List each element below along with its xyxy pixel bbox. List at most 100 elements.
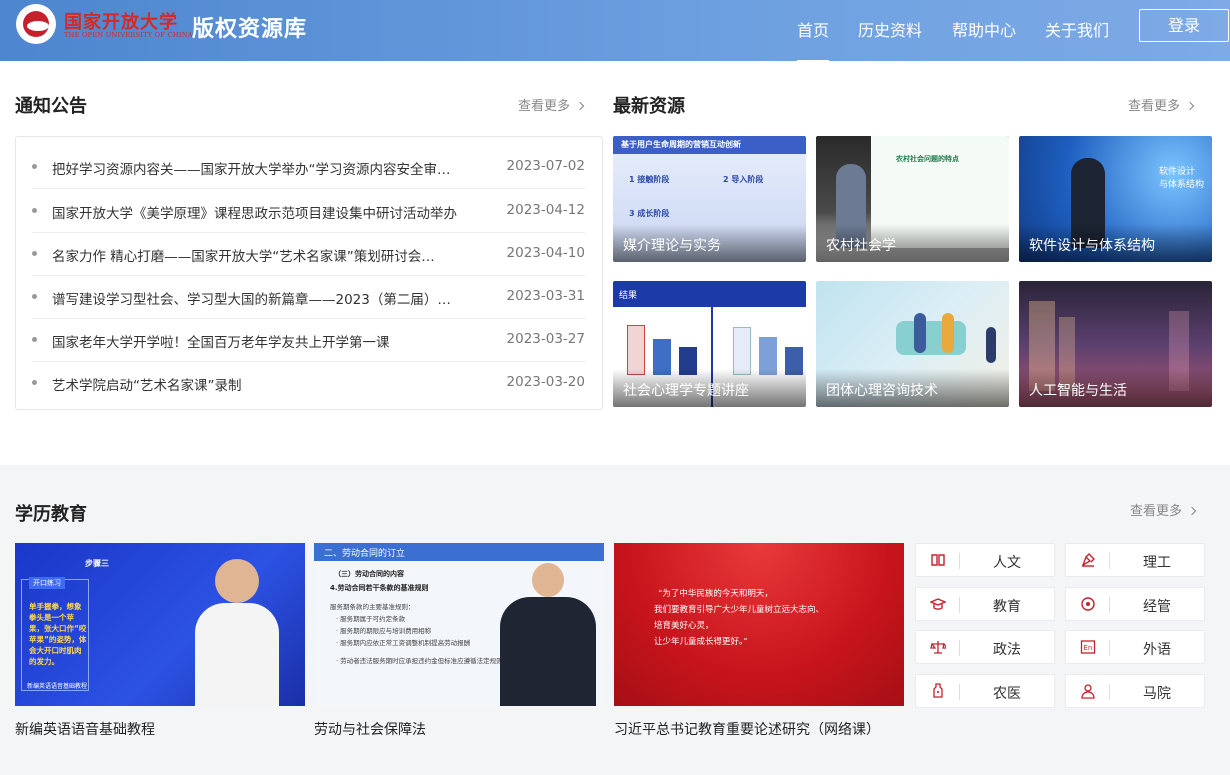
category-engineering[interactable]: 理工 bbox=[1065, 543, 1205, 577]
presenter-head bbox=[532, 563, 564, 597]
thumb-text: 2 导入阶段 bbox=[723, 175, 764, 184]
notice-date: 2023-04-12 bbox=[506, 202, 585, 218]
notice-text[interactable]: 国家老年大学开学啦！全国百万老年学友共上开学第一课 bbox=[52, 331, 482, 351]
course-title[interactable]: 习近平总书记教育重要论述研究（网络课） bbox=[614, 719, 880, 739]
category-label: 马院 bbox=[1143, 686, 1171, 702]
notice-text[interactable]: 名家力作 精心打磨——国家开放大学“艺术名家课”策划研讨会… bbox=[52, 245, 482, 265]
pen-tool-icon bbox=[1081, 553, 1095, 567]
more-label: 查看更多 bbox=[1130, 504, 1183, 519]
notice-item[interactable]: 国家开放大学《美学原理》课程思政示范项目建设集中研讨活动举办 2023-04-12 bbox=[32, 190, 585, 233]
category-education[interactable]: 教育 bbox=[915, 587, 1055, 621]
notice-date: 2023-03-20 bbox=[506, 374, 585, 390]
course-card[interactable]: 开口练习 步骤三 单手握拳，想象拳头是一个苹果，张大口作“咬苹果”的姿势，体会大… bbox=[15, 543, 305, 706]
notice-text[interactable]: 谱写建设学习型社会、学习型大国的新篇章——2023（第二届）… bbox=[52, 288, 482, 308]
notice-text[interactable]: 艺术学院启动“艺术名家课”录制 bbox=[52, 374, 482, 394]
notices-title: 通知公告 bbox=[15, 96, 87, 117]
site-header: 国家开放大学 THE OPEN UNIVERSITY OF CHINA 版权资源… bbox=[0, 0, 1230, 62]
category-label: 理工 bbox=[1143, 555, 1171, 571]
resource-card[interactable]: 结果 社会心理学专题讲座 bbox=[613, 281, 806, 407]
bullet-icon bbox=[32, 337, 37, 342]
graduation-cap-icon bbox=[930, 598, 946, 610]
notices-more-link[interactable]: 查看更多 bbox=[518, 95, 585, 114]
course-title[interactable]: 新编英语语音基础教程 bbox=[15, 719, 155, 739]
thumb-text: 3 成长阶段 bbox=[629, 209, 670, 218]
notice-item[interactable]: 名家力作 精心打磨——国家开放大学“艺术名家课”策划研讨会… 2023-04-10 bbox=[32, 233, 585, 276]
thumb-text: “为了中华民族的今天和明天， bbox=[658, 589, 773, 599]
education-more-link[interactable]: 查看更多 bbox=[1130, 500, 1197, 519]
thumb-text: 软件设计 bbox=[1159, 167, 1196, 177]
notice-item[interactable]: 把好学习资源内容关——国家开放大学举办“学习资源内容安全审… 2023-07-02 bbox=[32, 146, 585, 189]
category-law[interactable]: 政法 bbox=[915, 630, 1055, 664]
notice-text[interactable]: 国家开放大学《美学原理》课程思政示范项目建设集中研讨活动举办 bbox=[52, 202, 482, 222]
notice-date: 2023-07-02 bbox=[506, 158, 585, 174]
category-label: 外语 bbox=[1143, 642, 1171, 658]
scales-icon bbox=[930, 641, 946, 654]
chevron-right-icon bbox=[1185, 101, 1195, 111]
thumb-text: 与体系结构 bbox=[1159, 180, 1205, 190]
nav-about[interactable]: 关于我们 bbox=[1045, 17, 1109, 41]
thumb-text: 单手握拳，想象拳头是一个苹果，张大口作“咬苹果”的姿势，体会大开口时肌肉的发力。 bbox=[29, 602, 87, 666]
thumb-text: 培育美好心灵， bbox=[654, 621, 714, 631]
chevron-right-icon bbox=[1187, 506, 1197, 516]
thumb-text: 我们要教育引导广大少年儿童树立远大志向、 bbox=[654, 605, 825, 615]
resource-card[interactable]: 团体心理咨询技术 bbox=[816, 281, 1009, 407]
bullet-icon bbox=[32, 251, 37, 256]
thumb-text: 基于用户生命周期的营销互动创新 bbox=[621, 140, 741, 149]
category-economics[interactable]: 经管 bbox=[1065, 587, 1205, 621]
course-card[interactable]: “为了中华民族的今天和明天， 我们要教育引导广大少年儿童树立远大志向、 培育美好… bbox=[614, 543, 904, 706]
en-icon: En bbox=[1080, 640, 1096, 654]
notice-item[interactable]: 艺术学院启动“艺术名家课”录制 2023-03-20 bbox=[32, 362, 585, 405]
notice-item[interactable]: 谱写建设学习型社会、学习型大国的新篇章——2023（第二届）… 2023-03-3… bbox=[32, 276, 585, 319]
category-humanities[interactable]: 人文 bbox=[915, 543, 1055, 577]
nav-help[interactable]: 帮助中心 bbox=[952, 17, 1016, 41]
notice-list: 把好学习资源内容关——国家开放大学举办“学习资源内容安全审… 2023-07-02… bbox=[15, 136, 603, 410]
thumb-text: 新编英语语音基础教程 bbox=[27, 683, 88, 690]
thumb-text: · 服务期内应依正常工资调整机制提高劳动报酬 bbox=[336, 639, 471, 647]
bullet-icon bbox=[32, 380, 37, 385]
thumb-text: · 服务期属于可约定条款 bbox=[336, 615, 406, 623]
notice-date: 2023-03-31 bbox=[506, 288, 585, 304]
resources-more-link[interactable]: 查看更多 bbox=[1128, 95, 1195, 114]
category-agriculture-medicine[interactable]: 农医 bbox=[915, 674, 1055, 708]
university-logo-icon[interactable] bbox=[16, 4, 56, 44]
thumb-text: 1 接触阶段 bbox=[629, 175, 670, 184]
category-label: 人文 bbox=[993, 555, 1021, 571]
resource-card[interactable]: 农村社会问题的特点 农村社会学 bbox=[816, 136, 1009, 262]
resource-card[interactable]: 人工智能与生活 bbox=[1019, 281, 1212, 407]
presenter-head bbox=[215, 559, 259, 603]
svg-text:En: En bbox=[1084, 644, 1093, 652]
login-button[interactable]: 登录 bbox=[1139, 9, 1229, 42]
category-label: 政法 bbox=[993, 642, 1021, 658]
thumb-text: 开口练习 bbox=[29, 577, 65, 589]
category-label: 教育 bbox=[993, 599, 1021, 615]
resource-title: 团体心理咨询技术 bbox=[816, 369, 1009, 407]
bullet-icon bbox=[32, 164, 37, 169]
notice-item[interactable]: 国家老年大学开学啦！全国百万老年学友共上开学第一课 2023-03-27 bbox=[32, 319, 585, 362]
resource-card[interactable]: 软件设计 与体系结构 软件设计与体系结构 bbox=[1019, 136, 1212, 262]
course-card[interactable]: 二、劳动合同的订立 （三）劳动合同的内容 4.劳动合同若干条款的基准规则 服务期… bbox=[314, 543, 604, 706]
nav-home[interactable]: 首页 bbox=[797, 17, 830, 62]
resource-card[interactable]: 基于用户生命周期的营销互动创新 1 接触阶段 2 导入阶段 3 成长阶段 媒介理… bbox=[613, 136, 806, 262]
resource-title: 社会心理学专题讲座 bbox=[613, 369, 806, 407]
notice-date: 2023-03-27 bbox=[506, 331, 585, 347]
thumb-text: （三）劳动合同的内容 bbox=[334, 570, 404, 578]
notice-text[interactable]: 把好学习资源内容关——国家开放大学举办“学习资源内容安全审… bbox=[52, 158, 482, 178]
more-label: 查看更多 bbox=[518, 99, 571, 114]
thumb-text: 农村社会问题的特点 bbox=[896, 155, 959, 163]
thumb-text: 结果 bbox=[619, 291, 638, 301]
resource-title: 农村社会学 bbox=[816, 224, 1009, 262]
nav-history[interactable]: 历史资料 bbox=[858, 17, 922, 41]
book-icon bbox=[931, 554, 945, 566]
course-title[interactable]: 劳动与社会保障法 bbox=[314, 719, 426, 739]
thumb-text: 二、劳动合同的订立 bbox=[324, 549, 406, 559]
thumb-text: 4.劳动合同若干条款的基准规则 bbox=[330, 584, 429, 592]
resource-title: 媒介理论与实务 bbox=[613, 224, 806, 262]
resources-title: 最新资源 bbox=[613, 96, 685, 117]
category-foreign-language[interactable]: En 外语 bbox=[1065, 630, 1205, 664]
category-marxism[interactable]: 马院 bbox=[1065, 674, 1205, 708]
thumb-text: · 劳动者违法服务期时应承担违约金但标准应遵循法定规则 bbox=[336, 657, 503, 665]
site-title: 版权资源库 bbox=[192, 17, 308, 42]
thumb-text: 让少年儿童成长得更好。” bbox=[654, 637, 748, 647]
bullet-icon bbox=[32, 208, 37, 213]
resource-title: 软件设计与体系结构 bbox=[1019, 224, 1212, 262]
